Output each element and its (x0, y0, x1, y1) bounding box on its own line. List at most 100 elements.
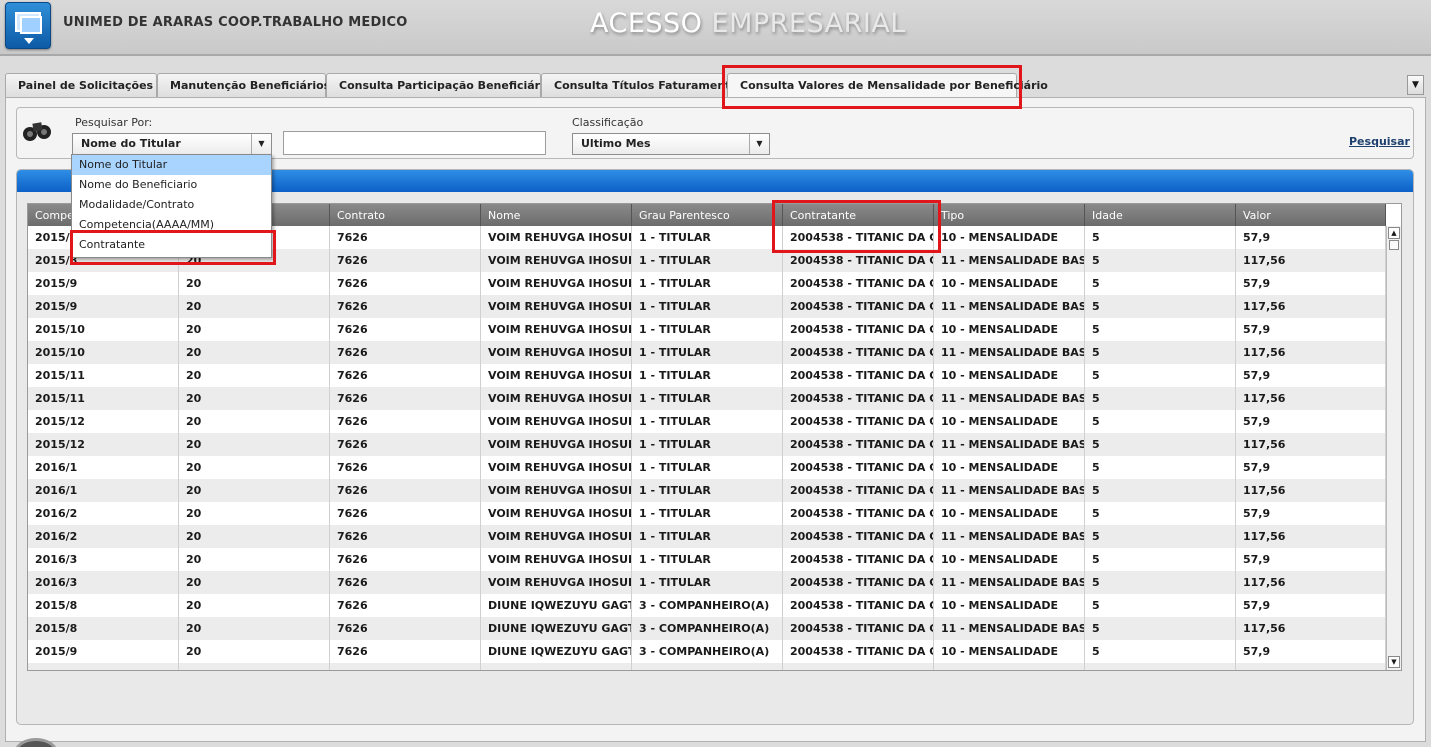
col-header-idade[interactable]: Idade (1085, 204, 1236, 226)
cell-idade: 5 (1085, 456, 1236, 479)
cell-contrato: 7626 (330, 617, 481, 640)
tab-consulta-titulos[interactable]: Consulta Títulos Faturamento (541, 73, 738, 97)
cell-col2: 20 (179, 640, 330, 663)
cell-grau-parentesco: 3 - COMPANHEIRO(A) (632, 640, 783, 663)
cell-idade: 5 (1085, 663, 1236, 670)
grid-scrollbar[interactable]: ▲ ▼ (1386, 226, 1401, 670)
app-logo-icon[interactable] (5, 2, 51, 49)
cell-grau-parentesco: 1 - TITULAR (632, 502, 783, 525)
scroll-down-icon[interactable]: ▼ (1388, 656, 1400, 668)
col-header-contrato[interactable]: Contrato (330, 204, 481, 226)
cell-nome: VOIM REHUVGA IHOSURIKE (481, 548, 632, 571)
cell-idade: 5 (1085, 387, 1236, 410)
table-row[interactable]: 2015/9207626DIUNE IQWEZUYU GAGTIUE3 - CO… (28, 663, 1386, 670)
search-by-select[interactable]: Nome do Titular ▼ (72, 133, 272, 155)
cell-tipo: 11 - MENSALIDADE BASICA - (934, 341, 1085, 364)
search-link[interactable]: Pesquisar (1349, 135, 1410, 148)
tabs-dropdown-button[interactable]: ▼ (1407, 75, 1424, 95)
table-row[interactable]: 2015/10207626VOIM REHUVGA IHOSURIKE1 - T… (28, 341, 1386, 364)
cell-contratante: 2004538 - TITANIC DA CRIS (783, 295, 934, 318)
cell-idade: 5 (1085, 640, 1236, 663)
tab-consulta-valores-mensalidade[interactable]: Consulta Valores de Mensalidade por Bene… (727, 73, 1048, 100)
table-row[interactable]: 2015/12207626VOIM REHUVGA IHOSURIKE1 - T… (28, 410, 1386, 433)
classification-select[interactable]: Ultimo Mes ▼ (572, 133, 770, 155)
cell-col2: 20 (179, 410, 330, 433)
cell-nome: DIUNE IQWEZUYU GAGTIUE (481, 617, 632, 640)
cell-grau-parentesco: 1 - TITULAR (632, 364, 783, 387)
cell-valor: 117,56 (1236, 387, 1386, 410)
cell-col2: 20 (179, 341, 330, 364)
cell-idade: 5 (1085, 479, 1236, 502)
cell-valor: 117,56 (1236, 571, 1386, 594)
table-row[interactable]: 2016/1207626VOIM REHUVGA IHOSURIKE1 - TI… (28, 456, 1386, 479)
col-header-nome[interactable]: Nome (481, 204, 632, 226)
cell-nome: VOIM REHUVGA IHOSURIKE (481, 249, 632, 272)
results-grid: Compet Contrato Nome Grau Parentesco Con… (27, 203, 1402, 671)
cell-idade: 5 (1085, 548, 1236, 571)
table-row[interactable]: 2015/9207626VOIM REHUVGA IHOSURIKE1 - TI… (28, 272, 1386, 295)
cell-valor: 117,56 (1236, 295, 1386, 318)
table-row[interactable]: 2015/11207626VOIM REHUVGA IHOSURIKE1 - T… (28, 387, 1386, 410)
cell-idade: 5 (1085, 226, 1236, 249)
table-row[interactable]: 2015/12207626VOIM REHUVGA IHOSURIKE1 - T… (28, 433, 1386, 456)
scroll-up-icon[interactable]: ▲ (1388, 227, 1400, 239)
table-row[interactable]: 2015/11207626VOIM REHUVGA IHOSURIKE1 - T… (28, 364, 1386, 387)
cell-valor: 117,56 (1236, 433, 1386, 456)
option-contratante[interactable]: Contratante (72, 235, 271, 255)
cell-competencia: 2015/9 (28, 640, 179, 663)
scroll-thumb[interactable] (1389, 240, 1399, 250)
table-row[interactable]: 2015/9207626VOIM REHUVGA IHOSURIKE1 - TI… (28, 295, 1386, 318)
cell-contrato: 7626 (330, 433, 481, 456)
option-nome-beneficiario[interactable]: Nome do Beneficiario (72, 175, 271, 195)
cell-nome: VOIM REHUVGA IHOSURIKE (481, 479, 632, 502)
table-row[interactable]: 2015/10207626VOIM REHUVGA IHOSURIKE1 - T… (28, 318, 1386, 341)
col-header-grau-parentesco[interactable]: Grau Parentesco (632, 204, 783, 226)
cell-competencia: 2016/2 (28, 525, 179, 548)
cell-nome: VOIM REHUVGA IHOSURIKE (481, 433, 632, 456)
cell-grau-parentesco: 1 - TITULAR (632, 272, 783, 295)
search-input[interactable] (283, 131, 546, 155)
table-row[interactable]: 2015/9207626DIUNE IQWEZUYU GAGTIUE3 - CO… (28, 640, 1386, 663)
option-competencia[interactable]: Competencia(AAAA/MM) (72, 215, 271, 235)
cell-contrato: 7626 (330, 341, 481, 364)
cell-nome: VOIM REHUVGA IHOSURIKE (481, 387, 632, 410)
cell-competencia: 2015/9 (28, 272, 179, 295)
cell-tipo: 10 - MENSALIDADE (934, 410, 1085, 433)
table-row[interactable]: 2015/8207626DIUNE IQWEZUYU GAGTIUE3 - CO… (28, 594, 1386, 617)
cell-grau-parentesco: 1 - TITULAR (632, 456, 783, 479)
col-header-tipo[interactable]: Tipo (934, 204, 1085, 226)
cell-col2: 20 (179, 663, 330, 670)
cell-contratante: 2004538 - TITANIC DA CRIS (783, 226, 934, 249)
cell-nome: VOIM REHUVGA IHOSURIKE (481, 364, 632, 387)
col-header-valor[interactable]: Valor (1236, 204, 1386, 226)
cell-idade: 5 (1085, 410, 1236, 433)
table-row[interactable]: 2016/2207626VOIM REHUVGA IHOSURIKE1 - TI… (28, 502, 1386, 525)
option-nome-titular[interactable]: Nome do Titular (72, 155, 271, 175)
cell-nome: VOIM REHUVGA IHOSURIKE (481, 272, 632, 295)
option-modalidade-contrato[interactable]: Modalidade/Contrato (72, 195, 271, 215)
cell-contratante: 2004538 - TITANIC DA CRIS (783, 364, 934, 387)
cell-grau-parentesco: 1 - TITULAR (632, 479, 783, 502)
table-row[interactable]: 2016/1207626VOIM REHUVGA IHOSURIKE1 - TI… (28, 479, 1386, 502)
cell-contratante: 2004538 - TITANIC DA CRIS (783, 272, 934, 295)
cell-grau-parentesco: 1 - TITULAR (632, 387, 783, 410)
cell-col2: 20 (179, 318, 330, 341)
table-row[interactable]: 2015/8207626DIUNE IQWEZUYU GAGTIUE3 - CO… (28, 617, 1386, 640)
cell-grau-parentesco: 3 - COMPANHEIRO(A) (632, 617, 783, 640)
table-row[interactable]: 2016/3207626VOIM REHUVGA IHOSURIKE1 - TI… (28, 548, 1386, 571)
table-row[interactable]: 2016/3207626VOIM REHUVGA IHOSURIKE1 - TI… (28, 571, 1386, 594)
tab-painel-solicitacoes[interactable]: Painel de Solicitações (5, 73, 157, 97)
tab-manutencao-beneficiarios[interactable]: Manutenção Beneficiários (157, 73, 330, 97)
cell-contrato: 7626 (330, 594, 481, 617)
cell-idade: 5 (1085, 272, 1236, 295)
cell-valor: 117,56 (1236, 249, 1386, 272)
col-header-contratante[interactable]: Contratante (783, 204, 934, 226)
tab-consulta-participacao[interactable]: Consulta Participação Beneficiários (326, 73, 558, 97)
table-row[interactable]: 2016/2207626VOIM REHUVGA IHOSURIKE1 - TI… (28, 525, 1386, 548)
cell-contratante: 2004538 - TITANIC DA CRIS (783, 525, 934, 548)
cell-grau-parentesco: 1 - TITULAR (632, 548, 783, 571)
cell-idade: 5 (1085, 594, 1236, 617)
cell-tipo: 10 - MENSALIDADE (934, 226, 1085, 249)
cell-contrato: 7626 (330, 295, 481, 318)
cell-competencia: 2016/1 (28, 456, 179, 479)
